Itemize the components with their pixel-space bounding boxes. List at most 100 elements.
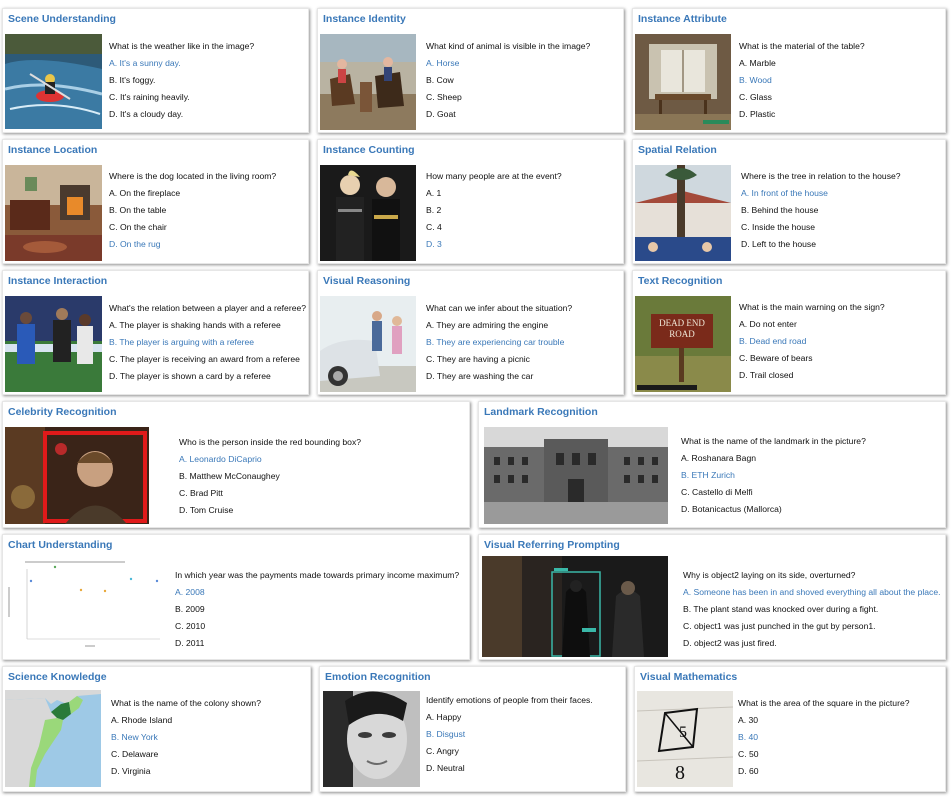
option-a: A. Leonardo DiCaprio bbox=[179, 454, 262, 464]
option-c: C. Brad Pitt bbox=[179, 488, 223, 498]
option-b: B. They are experiencing car trouble bbox=[426, 337, 565, 347]
question-text: What is the main warning on the sign? bbox=[739, 302, 885, 312]
question-text: Where is the tree in relation to the hou… bbox=[741, 171, 901, 181]
question-text: Identify emotions of people from their f… bbox=[426, 695, 593, 705]
card-instance-attribute: Instance Attribute What is the material … bbox=[632, 8, 946, 133]
card-title: Visual Reasoning bbox=[323, 275, 411, 287]
question-block: What's the relation between a player and… bbox=[109, 300, 306, 385]
car-trouble-image bbox=[320, 296, 416, 392]
option-b: B. Dead end road bbox=[739, 336, 807, 346]
option-d: D. 60 bbox=[738, 766, 759, 776]
option-d: D. Plastic bbox=[739, 109, 776, 119]
option-c: C. It's raining heavily. bbox=[109, 92, 190, 102]
option-b: B. 2009 bbox=[175, 604, 205, 614]
living-room-image bbox=[5, 165, 102, 261]
option-d: D. object2 was just fired. bbox=[683, 638, 777, 648]
card-emotion-recognition: Emotion Recognition Identify emotions of… bbox=[319, 666, 626, 792]
option-c: C. Castello di Melfi bbox=[681, 487, 753, 497]
card-celebrity-recognition: Celebrity Recognition Who is the person … bbox=[2, 401, 470, 528]
card-spatial-relation: Spatial Relation Where is the tree in re… bbox=[632, 139, 946, 264]
option-a: A. On the fireplace bbox=[109, 188, 181, 198]
option-d: D. Botanicactus (Mallorca) bbox=[681, 504, 782, 514]
card-title: Instance Attribute bbox=[638, 13, 727, 25]
sign-image: DEAD END ROAD bbox=[635, 296, 731, 392]
card-title: Instance Counting bbox=[323, 144, 415, 156]
card-visual-reasoning: Visual Reasoning What can we infer about… bbox=[317, 270, 624, 395]
card-title: Text Recognition bbox=[638, 275, 723, 287]
sign-text-line1: DEAD END bbox=[659, 318, 705, 328]
option-d: D. Virginia bbox=[111, 766, 151, 776]
question-text: What can we infer about the situation? bbox=[426, 303, 573, 313]
scene-image bbox=[5, 34, 102, 129]
option-a: A. It's a sunny day. bbox=[109, 58, 181, 68]
question-block: How many people are at the event? A. 1 B… bbox=[426, 168, 562, 253]
option-d: D. Left to the house bbox=[741, 239, 817, 249]
option-d: D. It's a cloudy day. bbox=[109, 109, 184, 119]
card-text-recognition: Text Recognition DEAD END ROAD What is t… bbox=[632, 270, 946, 395]
card-title: Instance Identity bbox=[323, 13, 406, 25]
math-image: 5 8 bbox=[637, 691, 733, 787]
option-a: A. Rhode Island bbox=[111, 715, 173, 725]
card-instance-interaction: Instance Interaction What's the relation… bbox=[2, 270, 309, 395]
question-block: What is the weather like in the image? A… bbox=[109, 38, 254, 123]
option-c: C. Inside the house bbox=[741, 222, 816, 232]
question-text: Who is the person inside the red boundin… bbox=[179, 437, 362, 447]
event-image bbox=[320, 165, 416, 261]
soccer-image bbox=[5, 296, 102, 392]
option-a: A. In front of the house bbox=[741, 188, 828, 198]
option-c: C. 2010 bbox=[175, 621, 206, 631]
card-title: Spatial Relation bbox=[638, 144, 717, 156]
question-block: What is the name of the colony shown? A.… bbox=[111, 695, 261, 780]
option-a: A. 1 bbox=[426, 188, 442, 198]
question-text: What is the name of the colony shown? bbox=[111, 698, 261, 708]
horses-image bbox=[320, 34, 416, 130]
handwritten-8: 8 bbox=[675, 762, 685, 784]
option-b: B. Cow bbox=[426, 75, 454, 85]
landmark-image bbox=[484, 427, 668, 524]
option-c: C. On the chair bbox=[109, 222, 167, 232]
card-title: Chart Understanding bbox=[8, 539, 113, 551]
card-title: Scene Understanding bbox=[8, 13, 116, 25]
question-text: What is the area of the square in the pi… bbox=[738, 698, 910, 708]
question-block: What is the name of the landmark in the … bbox=[681, 433, 866, 518]
option-d: D. The player is shown a card by a refer… bbox=[109, 371, 271, 381]
option-c: C. They are having a picnic bbox=[426, 354, 530, 364]
map-image bbox=[5, 690, 101, 787]
option-c: C. Beware of bears bbox=[739, 353, 813, 363]
question-block: What is the main warning on the sign? A.… bbox=[739, 299, 885, 384]
question-text: What is the weather like in the image? bbox=[109, 41, 255, 51]
card-chart-understanding: Chart Understanding In which year was th… bbox=[2, 534, 470, 660]
question-block: What is the area of the square in the pi… bbox=[738, 695, 910, 780]
option-c: C. object1 was just punched in the gut b… bbox=[683, 621, 876, 631]
option-b: B. The player is arguing with a referee bbox=[109, 337, 255, 347]
option-b: B. On the table bbox=[109, 205, 167, 215]
option-d: D. Neutral bbox=[426, 763, 465, 773]
option-a: A. The player is shaking hands with a re… bbox=[109, 320, 281, 330]
option-b: B. 2 bbox=[426, 205, 442, 215]
card-title: Visual Mathematics bbox=[640, 671, 738, 683]
card-instance-identity: Instance Identity What kind of animal is… bbox=[317, 8, 624, 133]
question-text: How many people are at the event? bbox=[426, 171, 562, 181]
house-image bbox=[635, 165, 731, 261]
option-a: A. 30 bbox=[738, 715, 759, 725]
celebrity-image bbox=[5, 427, 149, 524]
question-block: Identify emotions of people from their f… bbox=[426, 692, 593, 777]
option-d: D. They are washing the car bbox=[426, 371, 534, 381]
card-title: Visual Referring Prompting bbox=[484, 539, 620, 551]
question-text: Why is object2 laying on its side, overt… bbox=[683, 570, 856, 580]
question-block: What can we infer about the situation? A… bbox=[426, 300, 572, 385]
card-title: Emotion Recognition bbox=[325, 671, 431, 683]
option-b: B. Wood bbox=[739, 75, 772, 85]
question-text: What kind of animal is visible in the im… bbox=[426, 41, 591, 51]
option-a: A. 2008 bbox=[175, 587, 205, 597]
card-instance-counting: Instance Counting How many people are at… bbox=[317, 139, 624, 264]
card-science-knowledge: Science Knowledge What is the name of th… bbox=[2, 666, 311, 792]
question-text: What is the name of the landmark in the … bbox=[681, 436, 866, 446]
option-b: B. The plant stand was knocked over duri… bbox=[683, 604, 879, 614]
card-scene-understanding: Scene Understanding What is the weather … bbox=[2, 8, 309, 133]
question-block: Where is the tree in relation to the hou… bbox=[741, 168, 901, 253]
option-a: A. Horse bbox=[426, 58, 460, 68]
option-b: B. ETH Zurich bbox=[681, 470, 735, 480]
question-text: What is the material of the table? bbox=[739, 41, 865, 51]
option-d: D. 2011 bbox=[175, 638, 205, 648]
